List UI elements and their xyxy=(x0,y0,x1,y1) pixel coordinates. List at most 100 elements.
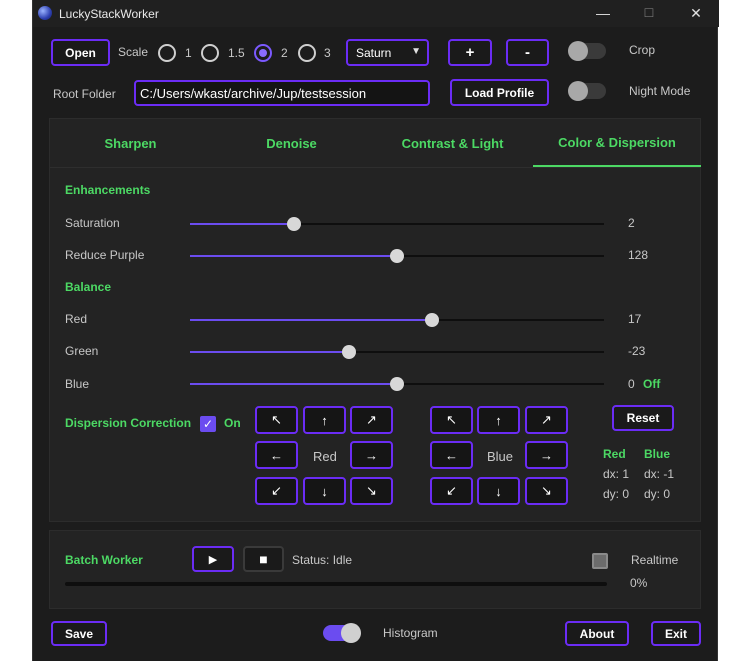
stop-button[interactable]: ■ xyxy=(243,546,284,572)
histogram-toggle[interactable] xyxy=(323,623,361,643)
blue-grid-label: Blue xyxy=(487,449,514,464)
minimize-icon[interactable]: — xyxy=(580,0,626,27)
scale-option-2-label: 2 xyxy=(281,46,288,60)
crop-toggle[interactable] xyxy=(568,41,606,61)
blue-dy-value: dy: 0 xyxy=(644,487,671,501)
scale-radio-2[interactable] xyxy=(254,44,272,62)
about-button[interactable]: About xyxy=(565,621,629,646)
load-profile-button[interactable]: Load Profile xyxy=(450,79,549,106)
tab-color-dispersion[interactable]: Color & Dispersion xyxy=(533,119,701,167)
exit-button[interactable]: Exit xyxy=(651,621,701,646)
arrow-right-icon: → xyxy=(365,447,378,463)
tab-contrast-light[interactable]: Contrast & Light xyxy=(372,119,533,167)
zoom-out-button[interactable]: - xyxy=(506,39,549,66)
balance-green-slider-fill xyxy=(190,351,350,353)
arrow-up-icon: ↑ xyxy=(321,412,328,428)
histogram-label: Histogram xyxy=(383,626,438,640)
batch-progress-bar xyxy=(65,582,607,586)
red-shift-up-left-button[interactable]: ↖ xyxy=(255,406,298,434)
arrow-down-left-icon: ↙ xyxy=(446,483,457,498)
blue-shift-down-right-button[interactable]: ↘ xyxy=(525,477,568,505)
blue-shift-down-button[interactable]: ↓ xyxy=(477,477,520,505)
balance-blue-value: 0 xyxy=(628,377,635,391)
app-window: LuckyStackWorker — ☐ ✕ Open Scale 1 1.5 … xyxy=(32,0,719,661)
balance-green-slider[interactable] xyxy=(190,345,604,359)
batch-status: Status: Idle xyxy=(292,553,353,567)
red-dx-value: dx: 1 xyxy=(603,467,630,481)
arrow-down-icon: ↓ xyxy=(321,483,328,499)
maximize-icon[interactable]: ☐ xyxy=(626,0,672,27)
arrow-up-right-icon: ↗ xyxy=(366,412,377,427)
balance-red-slider[interactable] xyxy=(190,313,604,327)
saturation-slider-handle[interactable] xyxy=(286,217,301,231)
balance-blue-slider-handle[interactable] xyxy=(390,377,404,391)
dispersion-on-label: On xyxy=(224,416,241,430)
balance-red-label: Red xyxy=(65,312,88,326)
open-button[interactable]: Open xyxy=(51,39,110,66)
red-shift-up-button[interactable]: ↑ xyxy=(303,406,346,434)
title-bar: LuckyStackWorker — ☐ ✕ xyxy=(33,0,719,27)
realtime-checkbox[interactable] xyxy=(592,553,608,569)
root-folder-label: Root Folder xyxy=(53,87,116,101)
balance-blue-slider-fill xyxy=(190,383,397,385)
balance-red-slider-fill xyxy=(190,319,433,321)
play-icon: ▶ xyxy=(208,553,218,566)
balance-blue-label: Blue xyxy=(65,377,90,391)
arrow-down-left-icon: ↙ xyxy=(271,483,282,498)
play-button[interactable]: ▶ xyxy=(192,546,234,572)
balance-blue-slider[interactable] xyxy=(190,377,604,391)
scale-radio-3[interactable] xyxy=(298,44,316,62)
scale-radio-1-5[interactable] xyxy=(201,44,219,62)
reduce-purple-slider[interactable] xyxy=(190,249,604,263)
blue-shift-up-left-button[interactable]: ↖ xyxy=(430,406,473,434)
red-shift-down-left-button[interactable]: ↙ xyxy=(255,477,298,505)
blue-shift-right-button[interactable]: → xyxy=(525,441,568,469)
balance-green-value: -23 xyxy=(628,344,646,358)
saturation-slider[interactable] xyxy=(190,217,604,231)
saturation-value: 2 xyxy=(628,216,635,230)
reduce-purple-slider-handle[interactable] xyxy=(390,249,404,263)
tab-denoise[interactable]: Denoise xyxy=(211,119,372,167)
scale-option-1-label: 1 xyxy=(185,46,192,60)
close-icon[interactable]: ✕ xyxy=(673,0,719,27)
red-shift-up-right-button[interactable]: ↗ xyxy=(350,406,393,434)
batch-worker-label: Batch Worker xyxy=(65,553,143,567)
tabs-divider xyxy=(50,167,700,168)
tab-sharpen[interactable]: Sharpen xyxy=(50,119,211,167)
scale-radio-1[interactable] xyxy=(158,44,176,62)
batch-worker-panel xyxy=(49,530,701,609)
reset-button[interactable]: Reset xyxy=(612,405,674,431)
red-shift-left-button[interactable]: ← xyxy=(255,441,298,469)
arrow-down-right-icon: ↘ xyxy=(541,483,552,498)
arrow-up-left-icon: ↖ xyxy=(271,412,282,427)
red-shift-down-right-button[interactable]: ↘ xyxy=(350,477,393,505)
red-dy-value: dy: 0 xyxy=(603,487,630,501)
blue-shift-left-button[interactable]: ← xyxy=(430,441,473,469)
arrow-right-icon: → xyxy=(540,447,553,463)
arrow-up-left-icon: ↖ xyxy=(446,412,457,427)
planet-select[interactable]: Saturn ▼ xyxy=(346,39,429,66)
balance-red-value: 17 xyxy=(628,312,642,326)
red-grid-label: Red xyxy=(313,449,337,464)
red-shift-down-button[interactable]: ↓ xyxy=(303,477,346,505)
blue-shift-up-right-button[interactable]: ↗ xyxy=(525,406,568,434)
reduce-purple-value: 128 xyxy=(628,248,649,262)
app-logo-icon xyxy=(38,6,52,20)
night-mode-toggle[interactable] xyxy=(568,81,606,101)
reduce-purple-slider-fill xyxy=(190,255,397,257)
save-button[interactable]: Save xyxy=(51,621,107,646)
reduce-purple-label: Reduce Purple xyxy=(65,248,145,262)
planet-select-value: Saturn xyxy=(356,45,392,60)
realtime-label: Realtime xyxy=(631,553,679,567)
crop-toggle-knob xyxy=(568,41,588,61)
dispersion-checkbox[interactable]: ✓ xyxy=(200,416,216,432)
crop-label: Crop xyxy=(629,43,656,57)
zoom-in-button[interactable]: + xyxy=(448,39,492,66)
blue-shift-down-left-button[interactable]: ↙ xyxy=(430,477,473,505)
blue-shift-up-button[interactable]: ↑ xyxy=(477,406,520,434)
blue-offset-heading: Blue xyxy=(644,447,671,461)
red-shift-right-button[interactable]: → xyxy=(350,441,393,469)
window-title: LuckyStackWorker xyxy=(59,7,159,21)
arrow-down-right-icon: ↘ xyxy=(366,483,377,498)
root-folder-input[interactable]: C:/Users/wkast/archive/Jup/testsession xyxy=(134,80,430,106)
